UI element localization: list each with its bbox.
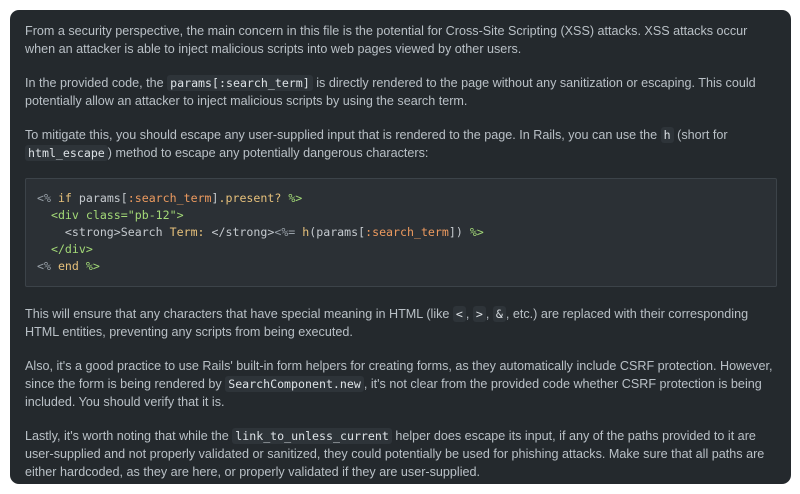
erb-close-tag: %> [288, 191, 303, 205]
paragraph-params-rendered: In the provided code, the params[:search… [25, 74, 777, 110]
code-block[interactable]: <% if params[:search_term].present? %> <… [25, 178, 777, 287]
paragraph-xss-concern: From a security perspective, the main co… [25, 22, 777, 58]
inline-code-params: params[:search_term] [167, 75, 313, 91]
erb-close-tag: %> [469, 225, 484, 239]
inline-code-h: h [660, 127, 674, 143]
method-present: .present? [218, 191, 282, 205]
keyword-end: end [57, 259, 79, 273]
code-line-4: </div> [37, 241, 765, 258]
erb-open-tag: <% [37, 259, 51, 273]
assistant-message: From a security perspective, the main co… [10, 10, 791, 484]
code-line-5: <% end %> [37, 258, 765, 275]
paragraph-phishing: Lastly, it's worth noting that while the… [25, 427, 777, 481]
code-line-1: <% if params[:search_term].present? %> [37, 190, 765, 207]
label-term: Term: [169, 225, 205, 239]
code-text: </strong> [204, 225, 275, 239]
inline-code-search-component: SearchComponent.new [225, 376, 364, 392]
paragraph-text: From a security perspective, the main co… [25, 24, 748, 56]
attribute-class: class= [78, 208, 128, 222]
paragraph-text: In the provided code, the [25, 76, 168, 90]
symbol-search-term: :search_term [127, 191, 212, 205]
inline-code-gt: > [472, 306, 486, 322]
erb-open-tag: <% [37, 191, 51, 205]
paragraph-text: (short for [673, 128, 728, 142]
code-line-3: <strong>Search Term: </strong><%= h(para… [37, 224, 765, 241]
code-line-2: <div class="pb-12"> [37, 207, 765, 224]
inline-code-link-to-unless-current: link_to_unless_current [232, 428, 392, 444]
separator: , [485, 307, 493, 321]
paragraph-text: This will ensure that any characters tha… [25, 307, 453, 321]
code-text: ]) [448, 225, 463, 239]
paragraph-entities: This will ensure that any characters tha… [25, 305, 777, 341]
keyword-if: if [57, 191, 72, 205]
inline-code-amp: & [492, 306, 506, 322]
paragraph-mitigation: To mitigate this, you should escape any … [25, 126, 777, 162]
symbol-search-term: :search_term [365, 225, 449, 239]
code-text: params[ [71, 191, 128, 205]
paragraph-text: ) method to escape any potentially dange… [107, 146, 429, 160]
inline-code-lt: < [452, 306, 466, 322]
inline-code-html-escape: html_escape [25, 145, 108, 161]
code-text: <strong>Search [64, 225, 170, 239]
erb-output-tag: <%= [274, 225, 296, 239]
html-tag-close: > [176, 208, 184, 222]
html-tag-div: <div [50, 208, 79, 222]
paragraph-csrf: Also, it's a good practice to use Rails'… [25, 357, 777, 411]
code-text: (params[ [309, 225, 366, 239]
erb-close-tag: %> [85, 259, 100, 273]
separator: , [465, 307, 473, 321]
html-tag-div-close: </div> [50, 242, 93, 256]
paragraph-text: To mitigate this, you should escape any … [25, 128, 661, 142]
paragraph-text: Lastly, it's worth noting that while the [25, 429, 233, 443]
attribute-value: "pb-12" [127, 208, 177, 222]
code-text: ] [211, 191, 219, 205]
